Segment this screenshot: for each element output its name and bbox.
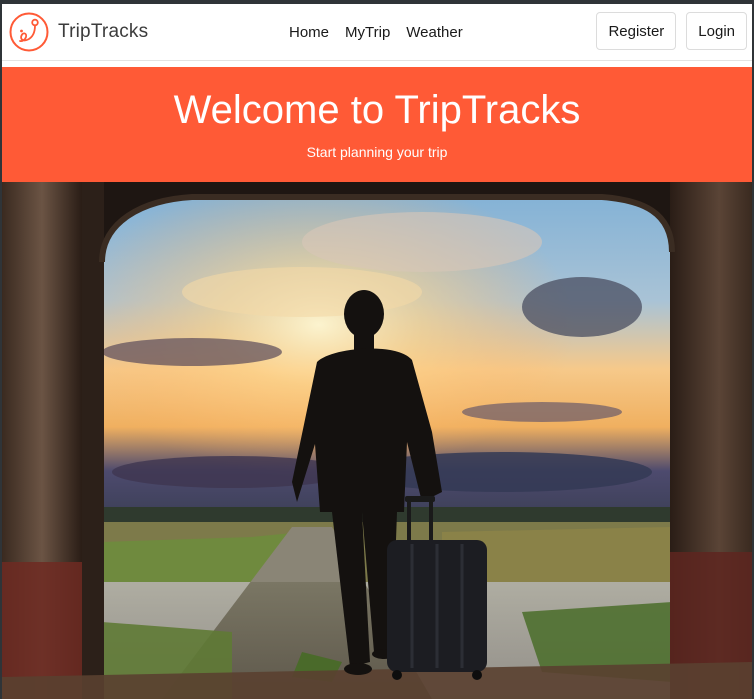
nav-link-weather[interactable]: Weather	[398, 22, 470, 43]
login-button[interactable]: Login	[686, 12, 747, 50]
brand-link[interactable]: TripTracks	[9, 11, 148, 53]
map-pin-route-icon	[9, 12, 49, 52]
register-button[interactable]: Register	[596, 12, 677, 50]
hero-title: Welcome to TripTracks	[173, 88, 581, 132]
hero-subtitle: Start planning your trip	[306, 144, 448, 160]
nav-link-mytrip[interactable]: MyTrip	[337, 22, 398, 43]
navbar: TripTracks Home MyTrip Weather Register …	[2, 4, 752, 61]
auth-buttons: Register Login	[596, 12, 747, 50]
nav-links: Home MyTrip Weather	[281, 22, 471, 43]
brand-name: TripTracks	[58, 21, 149, 42]
page: TripTracks Home MyTrip Weather Register …	[2, 4, 752, 699]
hero-banner: Welcome to TripTracks Start planning you…	[2, 67, 752, 182]
banner-image	[2, 182, 752, 699]
nav-link-home[interactable]: Home	[281, 22, 337, 43]
